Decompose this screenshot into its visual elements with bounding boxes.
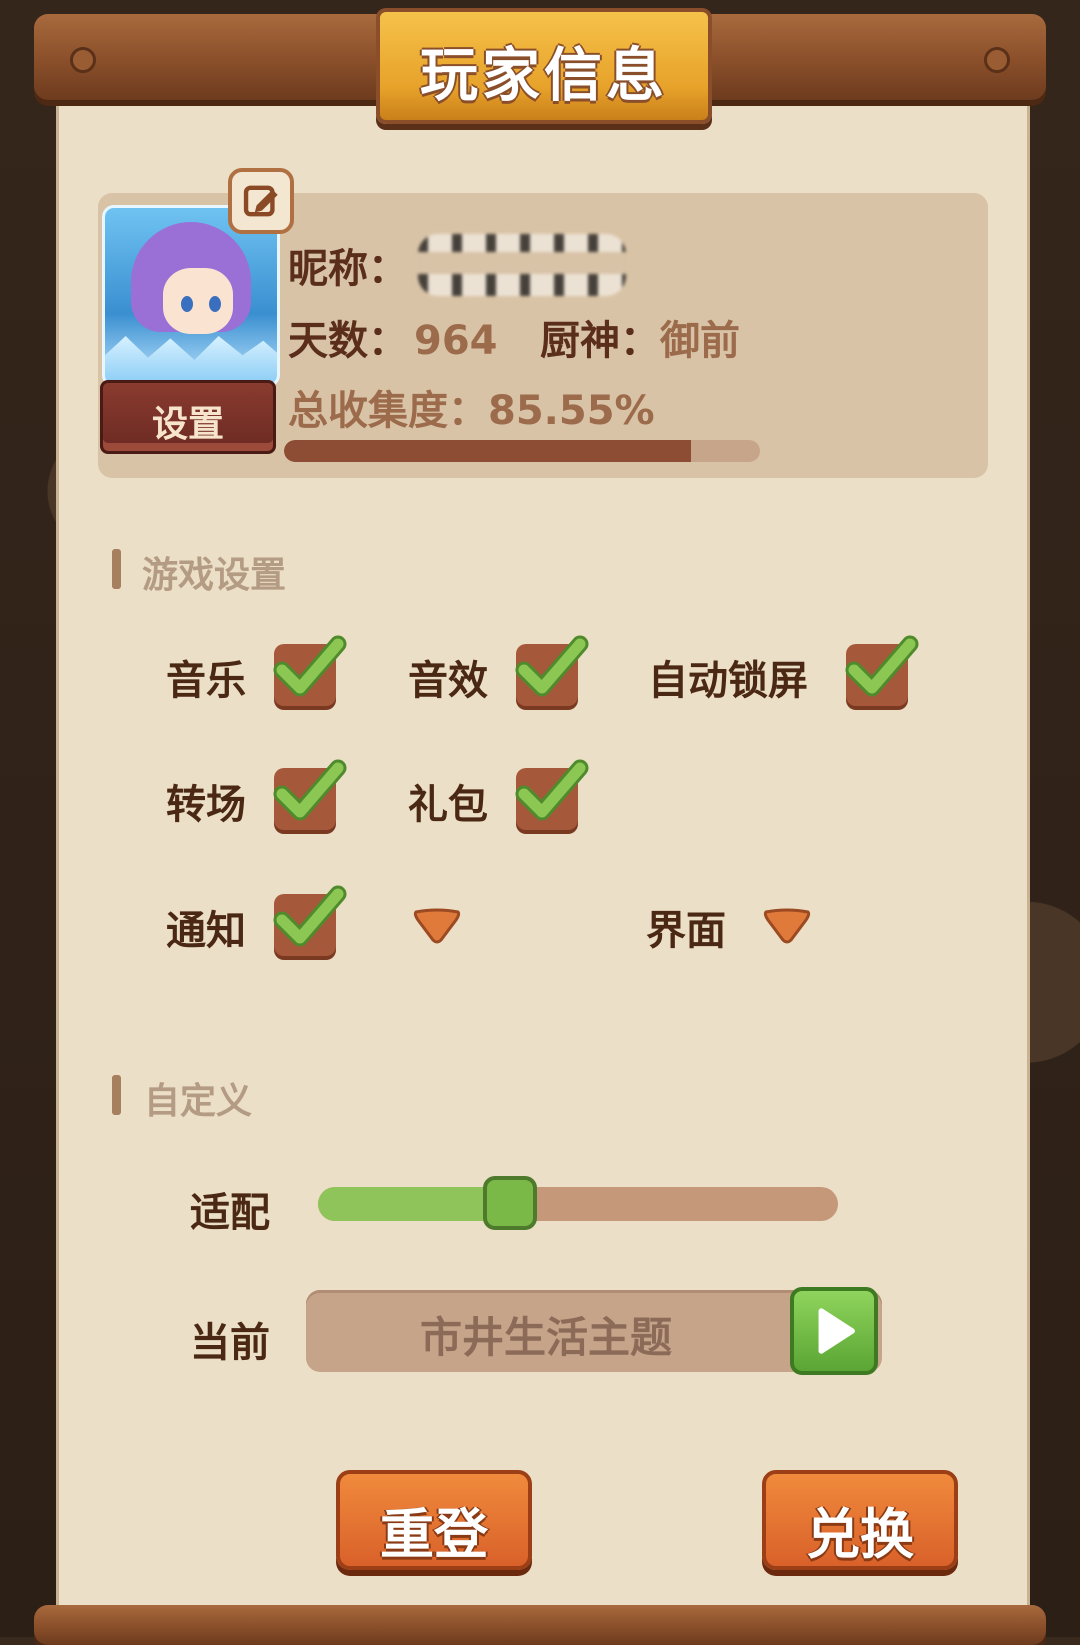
chevron-down-icon[interactable] — [760, 906, 814, 946]
redeem-button[interactable]: 兑换 — [762, 1470, 958, 1570]
avatar-ice-crystals — [105, 336, 277, 384]
nickname-value-redacted — [418, 234, 626, 296]
chef-label: 厨神： — [540, 318, 660, 364]
page-title: 玩家信息 — [419, 41, 668, 109]
sfx-checkbox[interactable] — [515, 635, 589, 706]
avatar-eye — [181, 296, 193, 312]
collection-progress-fill — [284, 440, 692, 462]
days-row: 天数： 964 — [288, 308, 498, 366]
fit-slider-fill — [318, 1187, 511, 1221]
fit-slider[interactable] — [318, 1187, 838, 1221]
days-value: 964 — [414, 318, 498, 364]
option-music-label: 音乐 — [166, 658, 246, 704]
option-autolock-label: 自动锁屏 — [648, 658, 808, 704]
chef-value: 御前 — [660, 318, 740, 364]
avatar-eye — [209, 296, 221, 312]
section-marker — [112, 549, 121, 589]
music-checkbox[interactable] — [273, 635, 347, 706]
relogin-button[interactable]: 重登 — [336, 1470, 532, 1570]
collection-label: 总收集度： — [288, 388, 488, 434]
option-sfx-label: 音效 — [408, 658, 488, 704]
avatar-settings-button[interactable]: 设置 — [100, 380, 276, 454]
giftpack-checkbox[interactable] — [515, 759, 589, 830]
collection-value: 85.55% — [488, 388, 655, 434]
fit-label: 适配 — [190, 1190, 270, 1236]
autolock-checkbox[interactable] — [845, 635, 919, 706]
scroll-bottom-rod — [34, 1605, 1046, 1645]
chevron-down-icon[interactable] — [410, 906, 464, 946]
edit-icon[interactable] — [228, 168, 294, 234]
rod-knob-right — [984, 47, 1010, 73]
option-giftpack-label: 礼包 — [408, 782, 488, 828]
notify-checkbox[interactable] — [273, 885, 347, 956]
current-theme-label: 当前 — [190, 1320, 270, 1366]
option-interface-label: 界面 — [646, 908, 726, 954]
title-banner: 玩家信息 — [376, 8, 712, 124]
days-label: 天数： — [288, 318, 408, 364]
collection-progress-bar — [284, 440, 760, 462]
option-transition-label: 转场 — [166, 782, 246, 828]
chef-row: 厨神：御前 — [540, 308, 740, 366]
option-notify-label: 通知 — [166, 908, 246, 954]
section-heading-game-settings: 游戏设置 — [142, 555, 287, 596]
section-heading-custom: 自定义 — [144, 1081, 253, 1122]
collection-row: 总收集度：85.55% — [288, 378, 655, 436]
avatar-settings-label: 设置 — [151, 404, 224, 445]
rod-knob-left — [70, 47, 96, 73]
transition-checkbox[interactable] — [273, 759, 347, 830]
next-theme-button[interactable] — [790, 1287, 878, 1375]
fit-slider-thumb[interactable] — [483, 1176, 538, 1230]
play-icon — [818, 1308, 855, 1354]
theme-value: 市井生活主题 — [419, 1313, 672, 1362]
redeem-label: 兑换 — [806, 1503, 914, 1566]
relogin-label: 重登 — [380, 1503, 488, 1566]
nickname-label: 昵称： — [288, 246, 408, 292]
avatar-face — [163, 268, 233, 334]
section-marker — [112, 1075, 121, 1115]
